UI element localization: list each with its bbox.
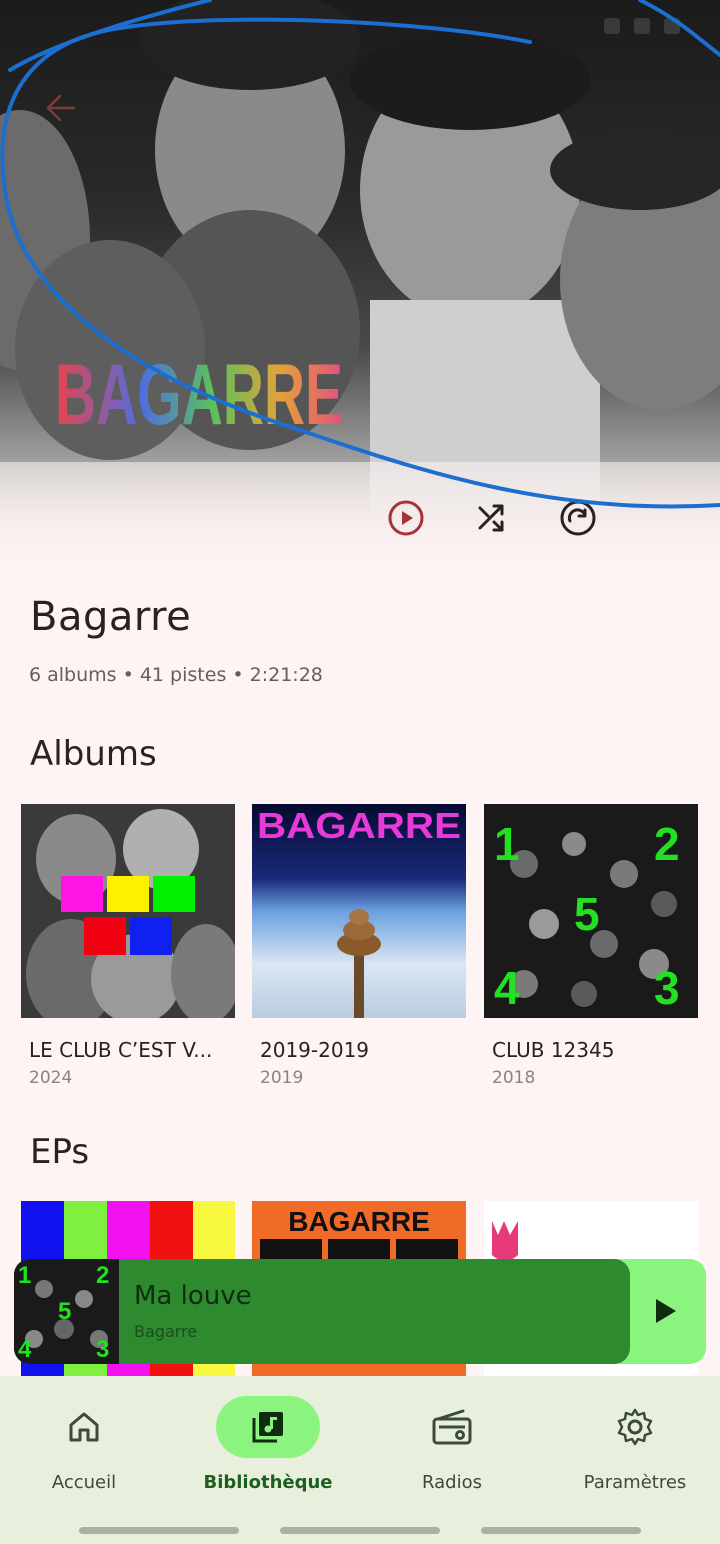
rotate-circle-icon	[560, 500, 596, 536]
artist-stats: 6 albums • 41 pistes • 2:21:28	[29, 664, 323, 686]
wifi-icon	[634, 18, 650, 34]
album-year: 2019	[260, 1068, 304, 1088]
mini-player[interactable]: 1 2 5 4 3 Ma louve Bagarre	[14, 1259, 706, 1364]
ep-logo-text: BAGARRE	[288, 1206, 430, 1237]
shuffle-button[interactable]	[472, 498, 512, 538]
artist-name: Bagarre	[30, 594, 192, 640]
home-icon	[69, 1412, 99, 1442]
eps-section-title: EPs	[30, 1132, 90, 1172]
now-playing-artist: Bagarre	[134, 1322, 198, 1341]
gear-icon	[617, 1408, 653, 1446]
hero-actions	[386, 498, 598, 538]
nav-label: Radios	[422, 1472, 482, 1493]
library-music-icon	[252, 1412, 283, 1443]
play-button[interactable]	[386, 498, 426, 538]
cover-logo-text: BAGARRE	[257, 805, 461, 846]
cover-number: 4	[18, 1336, 32, 1363]
album-title: CLUB 12345	[492, 1038, 615, 1062]
nav-label: Paramètres	[583, 1472, 687, 1493]
radio-mix-button[interactable]	[558, 498, 598, 538]
play-circle-icon	[388, 500, 424, 536]
album-card[interactable]: 1 2 5 4 3 CLUB 12345 2018	[484, 804, 698, 1088]
nav-item-library[interactable]: Bibliothèque	[178, 1396, 358, 1493]
home-status-icon	[604, 18, 620, 34]
now-playing-cover: 1 2 5 4 3	[14, 1259, 119, 1364]
nav-label: Accueil	[51, 1472, 117, 1493]
albums-section-title: Albums	[30, 734, 157, 774]
cover-number: 5	[58, 1298, 71, 1325]
album-year: 2024	[29, 1068, 73, 1088]
album-cover: BAGARRE	[252, 804, 466, 1018]
nav-item-home[interactable]: Accueil	[0, 1396, 174, 1493]
album-title: 2019-2019	[260, 1038, 370, 1062]
album-card[interactable]: BAGARRE 2019-2019 2019	[252, 804, 466, 1088]
nav-item-radios[interactable]: Radios	[362, 1396, 542, 1493]
back-arrow-icon[interactable]	[40, 86, 84, 130]
cover-number: 1	[18, 1262, 31, 1289]
bottom-navigation: Accueil Bibliothèque Radios Paramètres	[0, 1376, 720, 1544]
album-card[interactable]: LE CLUB C’EST V... 2024	[21, 804, 235, 1088]
cover-number: 3	[96, 1336, 109, 1363]
album-cover	[21, 804, 235, 1018]
nav-item-settings[interactable]: Paramètres	[545, 1396, 720, 1493]
gesture-handle	[79, 1527, 239, 1534]
shuffle-icon	[478, 504, 504, 532]
nav-label: Bibliothèque	[203, 1472, 333, 1493]
artist-logo-text: BAGARRE	[55, 350, 343, 434]
cover-number: 5	[574, 888, 600, 940]
artist-logo: BAGARRE	[55, 350, 343, 434]
album-cover: 1 2 5 4 3	[484, 804, 698, 1018]
status-bar	[604, 18, 680, 34]
album-year: 2018	[492, 1068, 536, 1088]
cover-number: 3	[654, 962, 680, 1014]
radio-icon	[432, 1409, 472, 1445]
gesture-handle	[481, 1527, 641, 1534]
gesture-handle	[280, 1527, 440, 1534]
artist-hero: BAGARRE	[0, 0, 720, 580]
cover-number: 4	[494, 962, 520, 1014]
cover-number: 2	[96, 1262, 109, 1289]
cover-number: 1	[494, 818, 520, 870]
album-title: LE CLUB C’EST V...	[29, 1038, 213, 1062]
mini-play-icon[interactable]	[644, 1291, 684, 1331]
now-playing-title: Ma louve	[134, 1281, 252, 1311]
cover-number: 2	[654, 818, 680, 870]
battery-icon	[664, 18, 680, 34]
